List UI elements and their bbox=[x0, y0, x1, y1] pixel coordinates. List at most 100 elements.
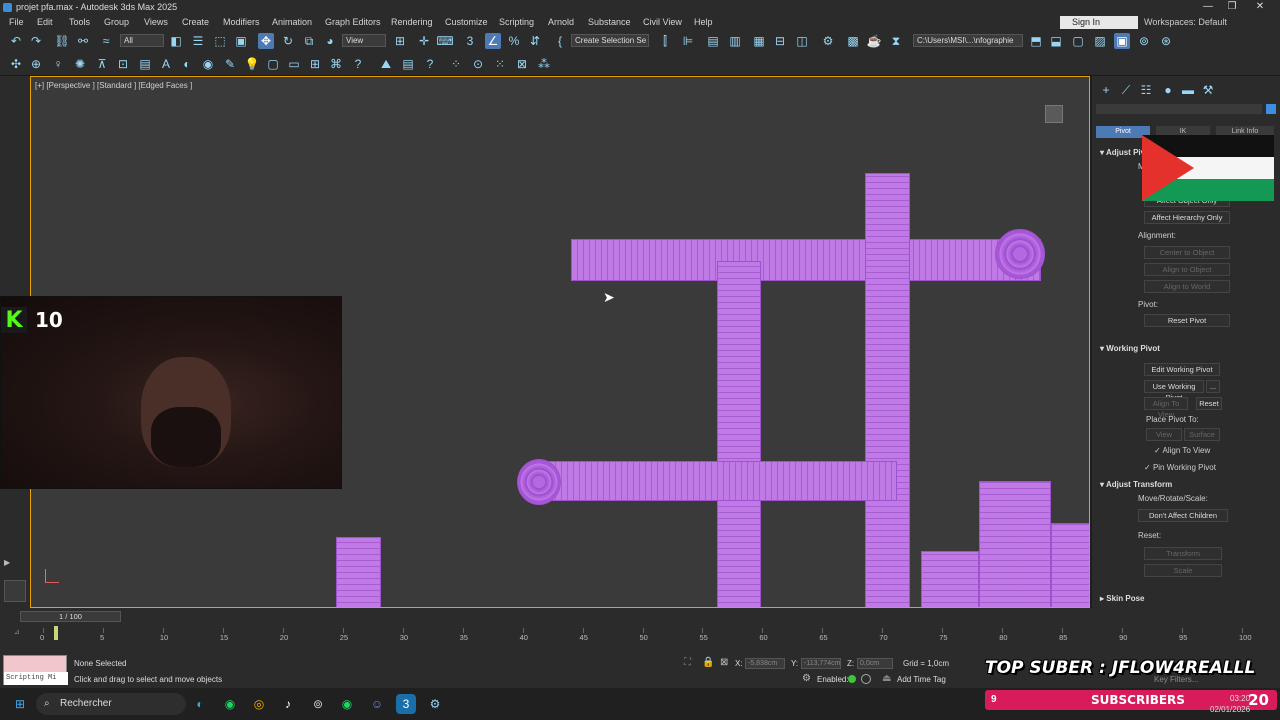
working-pivot-header[interactable]: ▾ Working Pivot bbox=[1100, 344, 1160, 353]
save-file-icon[interactable]: ⬓ bbox=[1048, 33, 1064, 49]
hierarchy-panel-icon[interactable]: ☷ bbox=[1138, 82, 1154, 98]
affect-hierarchy-only-button[interactable]: Affect Hierarchy Only bbox=[1144, 211, 1230, 224]
create-icon[interactable]: ✣ bbox=[8, 56, 24, 72]
align-to-view-button[interactable]: Align To View bbox=[1144, 397, 1188, 419]
named-selection-set-dropdown[interactable]: Create Selection Se bbox=[571, 34, 649, 47]
rectangular-selection-icon[interactable]: ⬚ bbox=[212, 33, 228, 49]
modify-panel-icon[interactable]: ⟋ bbox=[1118, 82, 1134, 98]
pin-working-pivot-checkbox[interactable]: ✓ Pin Working Pivot bbox=[1144, 463, 1216, 472]
selection-filter-dropdown[interactable]: All bbox=[120, 34, 164, 47]
schematic-view-icon[interactable]: ⊟ bbox=[772, 33, 788, 49]
use-working-pivot-button[interactable]: Use Working Pivot bbox=[1144, 380, 1204, 402]
redo-icon[interactable]: ↷ bbox=[28, 33, 44, 49]
viewport-nav-box[interactable] bbox=[4, 580, 26, 602]
sun-icon[interactable]: ✺ bbox=[72, 56, 88, 72]
close-button[interactable]: ✕ bbox=[1248, 1, 1272, 14]
menu-civil-view[interactable]: Civil View bbox=[643, 17, 682, 27]
menu-rendering[interactable]: Rendering bbox=[391, 17, 433, 27]
helper-icon[interactable]: ⊕ bbox=[28, 56, 44, 72]
dont-affect-children-button[interactable]: Don't Affect Children bbox=[1138, 509, 1228, 522]
reset-scale-button[interactable]: Scale bbox=[1144, 564, 1222, 577]
add-time-tag-button[interactable]: Add Time Tag bbox=[897, 675, 946, 684]
snaps-toggle-icon[interactable]: 3 bbox=[462, 33, 478, 49]
viewport-layout-icon[interactable]: ▣ bbox=[1114, 33, 1130, 49]
large-cylinder[interactable] bbox=[979, 481, 1051, 607]
material-editor-icon[interactable]: ◫ bbox=[794, 33, 810, 49]
isolate-icon[interactable]: ⛶ bbox=[684, 657, 691, 668]
sphere-icon[interactable]: ◉ bbox=[200, 56, 216, 72]
camera-icon[interactable]: ⌘ bbox=[328, 56, 344, 72]
tag-icon[interactable]: ⏏ bbox=[882, 673, 891, 684]
select-by-name-icon[interactable]: ☰ bbox=[190, 33, 206, 49]
info-icon[interactable]: ? bbox=[422, 56, 438, 72]
lock-selection-icon[interactable]: 🔒 bbox=[702, 657, 714, 668]
system-clock[interactable]: 03:20 02/01/2026 bbox=[1210, 693, 1250, 715]
menu-animation[interactable]: Animation bbox=[272, 17, 312, 27]
box-icon[interactable]: ▢ bbox=[265, 56, 281, 72]
target-icon[interactable]: ⊙ bbox=[470, 56, 486, 72]
place-view-button[interactable]: View bbox=[1146, 428, 1182, 441]
skin-pose-header[interactable]: ▸ Skin Pose bbox=[1100, 594, 1145, 603]
menu-views[interactable]: Views bbox=[144, 17, 168, 27]
percent-snap-icon[interactable]: % bbox=[506, 33, 522, 49]
place-surface-button[interactable]: Surface bbox=[1184, 428, 1220, 441]
render-iterative-icon[interactable]: ⧗ bbox=[888, 33, 904, 49]
align-to-object-button[interactable]: Align to Object bbox=[1144, 263, 1230, 276]
center-vertical-pipe[interactable] bbox=[717, 261, 761, 607]
enabled-indicator[interactable] bbox=[848, 675, 856, 683]
edit-working-pivot-button[interactable]: Edit Working Pivot bbox=[1144, 363, 1220, 376]
angle-snap-icon[interactable]: ∠ bbox=[485, 33, 501, 49]
explorer-icon[interactable]: ▢ bbox=[1070, 33, 1086, 49]
y-coordinate-field[interactable]: -113,774cm bbox=[801, 658, 841, 669]
maximize-button[interactable]: ❐ bbox=[1220, 1, 1244, 14]
time-slider[interactable]: 1 / 100 bbox=[20, 611, 121, 622]
time-tag-icon[interactable] bbox=[861, 674, 871, 684]
use-working-pivot-more-button[interactable]: ... bbox=[1206, 380, 1220, 393]
link-icon[interactable]: ⛓ bbox=[54, 33, 70, 49]
layer-explorer-icon[interactable]: ▤ bbox=[705, 33, 721, 49]
absolute-mode-icon[interactable]: ⊠ bbox=[720, 657, 728, 668]
render-setup-icon[interactable]: ⚙ bbox=[820, 33, 836, 49]
bind-spacewarp-icon[interactable]: ≈ bbox=[98, 33, 114, 49]
menu-edit[interactable]: Edit bbox=[37, 17, 53, 27]
menu-group[interactable]: Group bbox=[104, 17, 129, 27]
window-crossing-icon[interactable]: ▣ bbox=[233, 33, 249, 49]
select-manipulate-icon[interactable]: ✛ bbox=[416, 33, 432, 49]
mirror-icon[interactable]: ⫿ bbox=[657, 33, 673, 49]
viewport-label[interactable]: [+] [Perspective ] [Standard ] [Edged Fa… bbox=[35, 81, 192, 90]
project-folder-icon[interactable]: ▨ bbox=[1092, 33, 1108, 49]
bulb-icon[interactable]: 💡 bbox=[244, 56, 260, 72]
transform-gizmo-icon[interactable]: ⊠ bbox=[514, 56, 530, 72]
discord-icon[interactable]: ☺ bbox=[367, 694, 387, 714]
object-name-field[interactable] bbox=[1096, 104, 1262, 114]
text-icon[interactable]: A bbox=[158, 56, 174, 72]
menu-help[interactable]: Help bbox=[694, 17, 713, 27]
bottom-horizontal-pipe[interactable] bbox=[531, 461, 897, 501]
camera-target-icon[interactable]: ⊼ bbox=[94, 56, 110, 72]
obs-icon[interactable]: ⊚ bbox=[308, 694, 328, 714]
timeline[interactable]: 1 / 100 ⊿ 0 5 10 15 20 25 30 35 40 45 50 55 60 65 70 75… bbox=[0, 608, 1280, 654]
short-pipe-left[interactable] bbox=[336, 537, 381, 607]
x-coordinate-field[interactable]: -5,838cm bbox=[745, 658, 785, 669]
curve-editor-icon[interactable]: ▦ bbox=[751, 33, 767, 49]
viewcube-icon[interactable] bbox=[1045, 105, 1063, 123]
align-to-view-checkbox[interactable]: ✓ Align To View bbox=[1154, 446, 1210, 455]
reference-coordinate-dropdown[interactable]: View bbox=[342, 34, 386, 47]
align-icon[interactable]: ⊫ bbox=[680, 33, 696, 49]
open-file-icon[interactable]: ⬒ bbox=[1028, 33, 1044, 49]
render-production-icon[interactable]: ☕ bbox=[866, 33, 882, 49]
adaptive-degradation-icon[interactable]: ⚙ bbox=[802, 673, 811, 684]
chrome-icon[interactable]: ◎ bbox=[249, 694, 269, 714]
reset-transform-button[interactable]: Transform bbox=[1144, 547, 1222, 560]
menu-substance[interactable]: Substance bbox=[588, 17, 631, 27]
select-object-icon[interactable]: ◧ bbox=[168, 33, 184, 49]
scatter-icon[interactable]: ⁂ bbox=[536, 56, 552, 72]
sign-in-button[interactable]: Sign In bbox=[1060, 16, 1138, 29]
align-to-world-button[interactable]: Align to World bbox=[1144, 280, 1230, 293]
minimize-button[interactable]: — bbox=[1196, 1, 1220, 14]
menu-create[interactable]: Create bbox=[182, 17, 209, 27]
center-to-object-button[interactable]: Center to Object bbox=[1144, 246, 1230, 259]
pivot-center-icon[interactable]: ⊞ bbox=[392, 33, 408, 49]
menu-scripting[interactable]: Scripting bbox=[499, 17, 534, 27]
grid-icon[interactable]: ⊞ bbox=[307, 56, 323, 72]
